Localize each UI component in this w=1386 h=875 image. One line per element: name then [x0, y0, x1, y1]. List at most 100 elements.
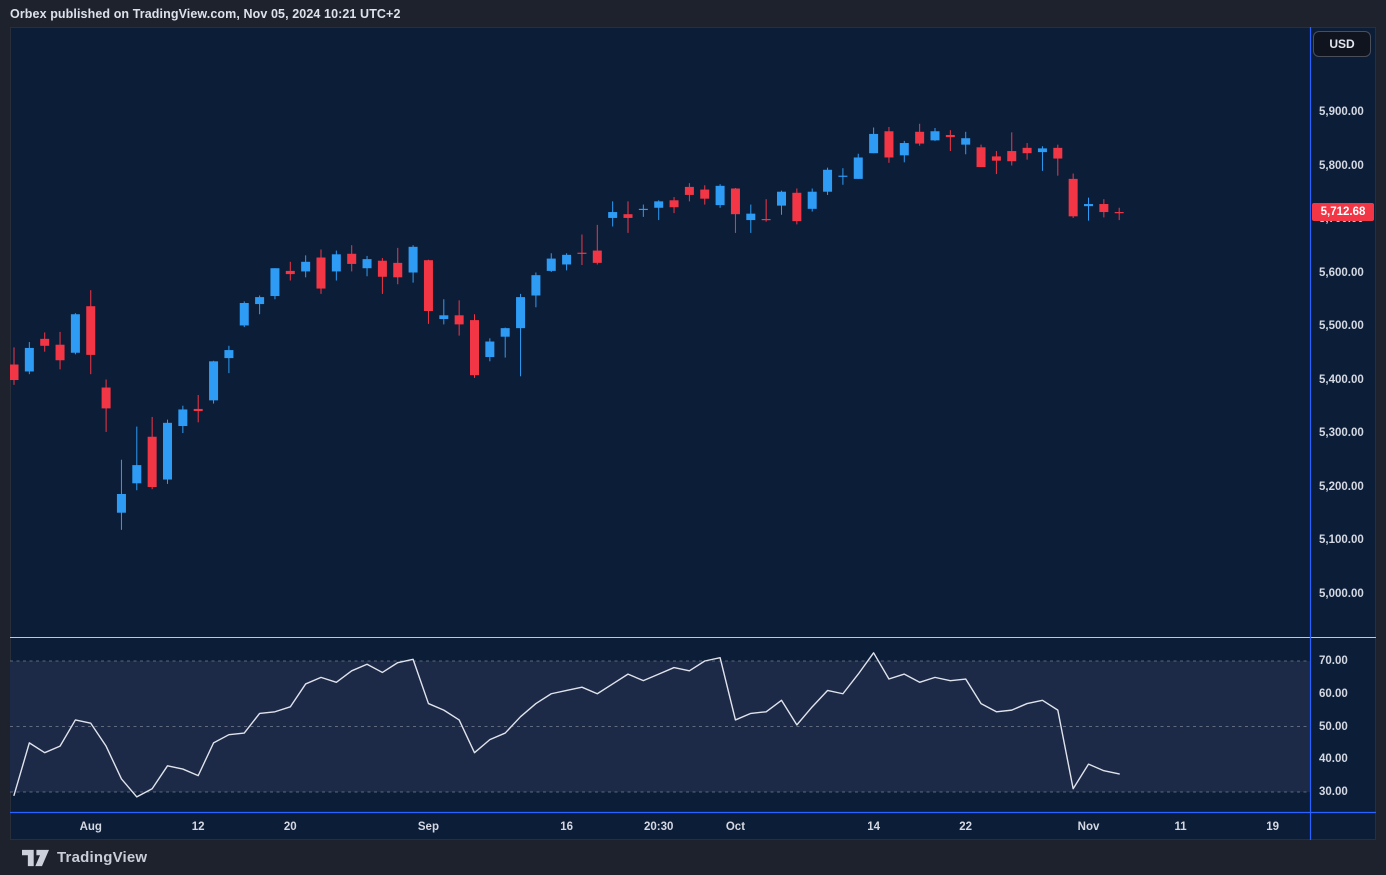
price-tick-label: 5,200.00	[1319, 481, 1364, 493]
rsi-tick-label: 50.00	[1319, 721, 1348, 733]
candle-body	[1007, 151, 1016, 161]
candle-body	[516, 297, 525, 328]
candle-body	[194, 409, 203, 411]
candle-body	[132, 465, 141, 483]
time-tick-label: 16	[560, 821, 573, 833]
candle-body	[716, 186, 725, 205]
candle-body	[455, 315, 464, 324]
candle-body	[286, 271, 295, 274]
candle-body	[301, 262, 310, 272]
candle-body	[884, 131, 893, 157]
candle-body	[424, 260, 433, 311]
candle-body	[270, 268, 279, 296]
time-tick-label: 20:30	[644, 821, 673, 833]
price-tick-label: 5,000.00	[1319, 588, 1364, 600]
price-tick-label: 5,300.00	[1319, 427, 1364, 439]
candle-body	[224, 350, 233, 358]
chart-canvas[interactable]	[0, 0, 1386, 875]
candle-body	[746, 214, 755, 220]
candle-body	[25, 348, 34, 372]
candle-body	[117, 494, 126, 513]
time-tick-label: 19	[1266, 821, 1279, 833]
tradingview-brand-link[interactable]: TradingView	[22, 849, 147, 867]
candle-body	[1023, 148, 1032, 153]
candle-body	[823, 170, 832, 192]
price-tick-label: 5,100.00	[1319, 534, 1364, 546]
candle-body	[1099, 204, 1108, 212]
candle-body	[624, 214, 633, 218]
time-tick-label: 22	[959, 821, 972, 833]
price-tick-label: 5,500.00	[1319, 320, 1364, 332]
candle-body	[86, 306, 95, 355]
candle-body	[1069, 179, 1078, 216]
candle-body	[992, 156, 1001, 160]
price-tick-label: 5,400.00	[1319, 374, 1364, 386]
candle-body	[102, 388, 111, 409]
candle-body	[393, 263, 402, 277]
candle-body	[1115, 212, 1124, 213]
candle-body	[470, 320, 479, 375]
candle-body	[762, 219, 771, 220]
candle-body	[654, 201, 663, 207]
candle-body	[255, 297, 264, 304]
candle-body	[178, 409, 187, 426]
tradingview-logo-icon	[22, 849, 49, 867]
candle-body	[547, 259, 556, 271]
candle-body	[639, 209, 648, 210]
currency-badge-button[interactable]: USD	[1313, 31, 1371, 57]
candle-body	[409, 247, 418, 273]
rsi-tick-label: 60.00	[1319, 688, 1348, 700]
candle-body	[915, 132, 924, 144]
page: { "header": { "title": "Orbex published …	[0, 0, 1386, 875]
candle-body	[56, 345, 65, 361]
candle-body	[40, 339, 49, 346]
candle-body	[562, 255, 571, 265]
tradingview-brand-label: TradingView	[57, 849, 147, 866]
time-tick-label: 12	[192, 821, 205, 833]
candle-body	[700, 190, 709, 199]
candle-body	[1053, 148, 1062, 159]
candle-body	[838, 176, 847, 177]
time-tick-label: 14	[867, 821, 880, 833]
rsi-tick-label: 30.00	[1319, 786, 1348, 798]
candle-body	[363, 259, 372, 268]
candle-body	[685, 187, 694, 195]
rsi-tick-label: 70.00	[1319, 655, 1348, 667]
candle-body	[240, 303, 249, 325]
candle-body	[777, 192, 786, 206]
currency-badge-label: USD	[1329, 37, 1354, 51]
candle-body	[163, 423, 172, 480]
candle-body	[148, 437, 157, 487]
time-tick-label: 11	[1175, 821, 1187, 833]
candle-body	[731, 189, 740, 215]
candle-body	[10, 365, 19, 381]
candle-body	[439, 315, 448, 319]
candle-body	[378, 261, 387, 277]
candle-body	[317, 258, 326, 289]
candle-body	[670, 200, 679, 207]
candle-body	[869, 134, 878, 153]
candle-body	[1084, 204, 1093, 206]
rsi-tick-label: 40.00	[1319, 753, 1348, 765]
candle-body	[946, 135, 955, 137]
candle-body	[808, 192, 817, 209]
time-tick-label: Aug	[80, 821, 102, 833]
candle-body	[854, 157, 863, 178]
candles-group	[10, 124, 1124, 530]
price-tick-label: 5,800.00	[1319, 160, 1364, 172]
candle-body	[531, 275, 540, 295]
time-tick-label: Sep	[418, 821, 439, 833]
candle-body	[1038, 148, 1047, 152]
time-tick-label: Oct	[726, 821, 745, 833]
candle-body	[977, 147, 986, 167]
last-price-value: 5,712.68	[1321, 206, 1366, 218]
price-tick-label: 5,600.00	[1319, 267, 1364, 279]
candle-body	[347, 254, 356, 264]
candle-body	[931, 131, 940, 140]
last-price-tag: 5,712.68	[1312, 203, 1374, 221]
candle-body	[71, 314, 80, 353]
candle-body	[961, 138, 970, 144]
candle-body	[332, 254, 341, 271]
time-tick-label: 20	[284, 821, 297, 833]
candle-body	[577, 253, 586, 254]
